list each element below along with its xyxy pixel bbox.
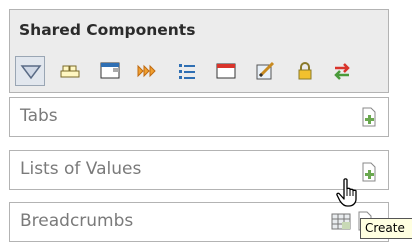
create-icon[interactable] (357, 160, 383, 186)
grid-icon[interactable] (328, 209, 354, 235)
hand-pointer-cursor-icon (336, 178, 360, 208)
create-tooltip: Create (360, 218, 412, 239)
swap-arrows-icon[interactable] (327, 56, 357, 86)
shared-components-toolbar (15, 56, 385, 86)
region-label-lists-of-values: Lists of Values (20, 159, 142, 179)
lists-of-values-region: Lists of Values (9, 150, 389, 190)
dropdown-arrow-icon[interactable] (15, 56, 45, 86)
breadcrumbs-region: Breadcrumbs (9, 202, 389, 242)
panel-title: Shared Components (19, 21, 196, 39)
lock-icon[interactable] (290, 56, 320, 86)
template-icon[interactable] (211, 56, 241, 86)
shared-components-panel: Shared Components (9, 9, 389, 93)
breadcrumb-arrows-icon[interactable] (132, 56, 162, 86)
theme-brush-icon[interactable] (250, 56, 280, 86)
list-icon[interactable] (172, 56, 202, 86)
region-label-breadcrumbs: Breadcrumbs (20, 211, 134, 231)
tabs-icon[interactable] (55, 56, 85, 86)
create-icon[interactable] (357, 105, 383, 131)
region-label-tabs: Tabs (20, 106, 58, 126)
list-of-values-icon[interactable] (95, 56, 125, 86)
tabs-region: Tabs (9, 97, 389, 137)
